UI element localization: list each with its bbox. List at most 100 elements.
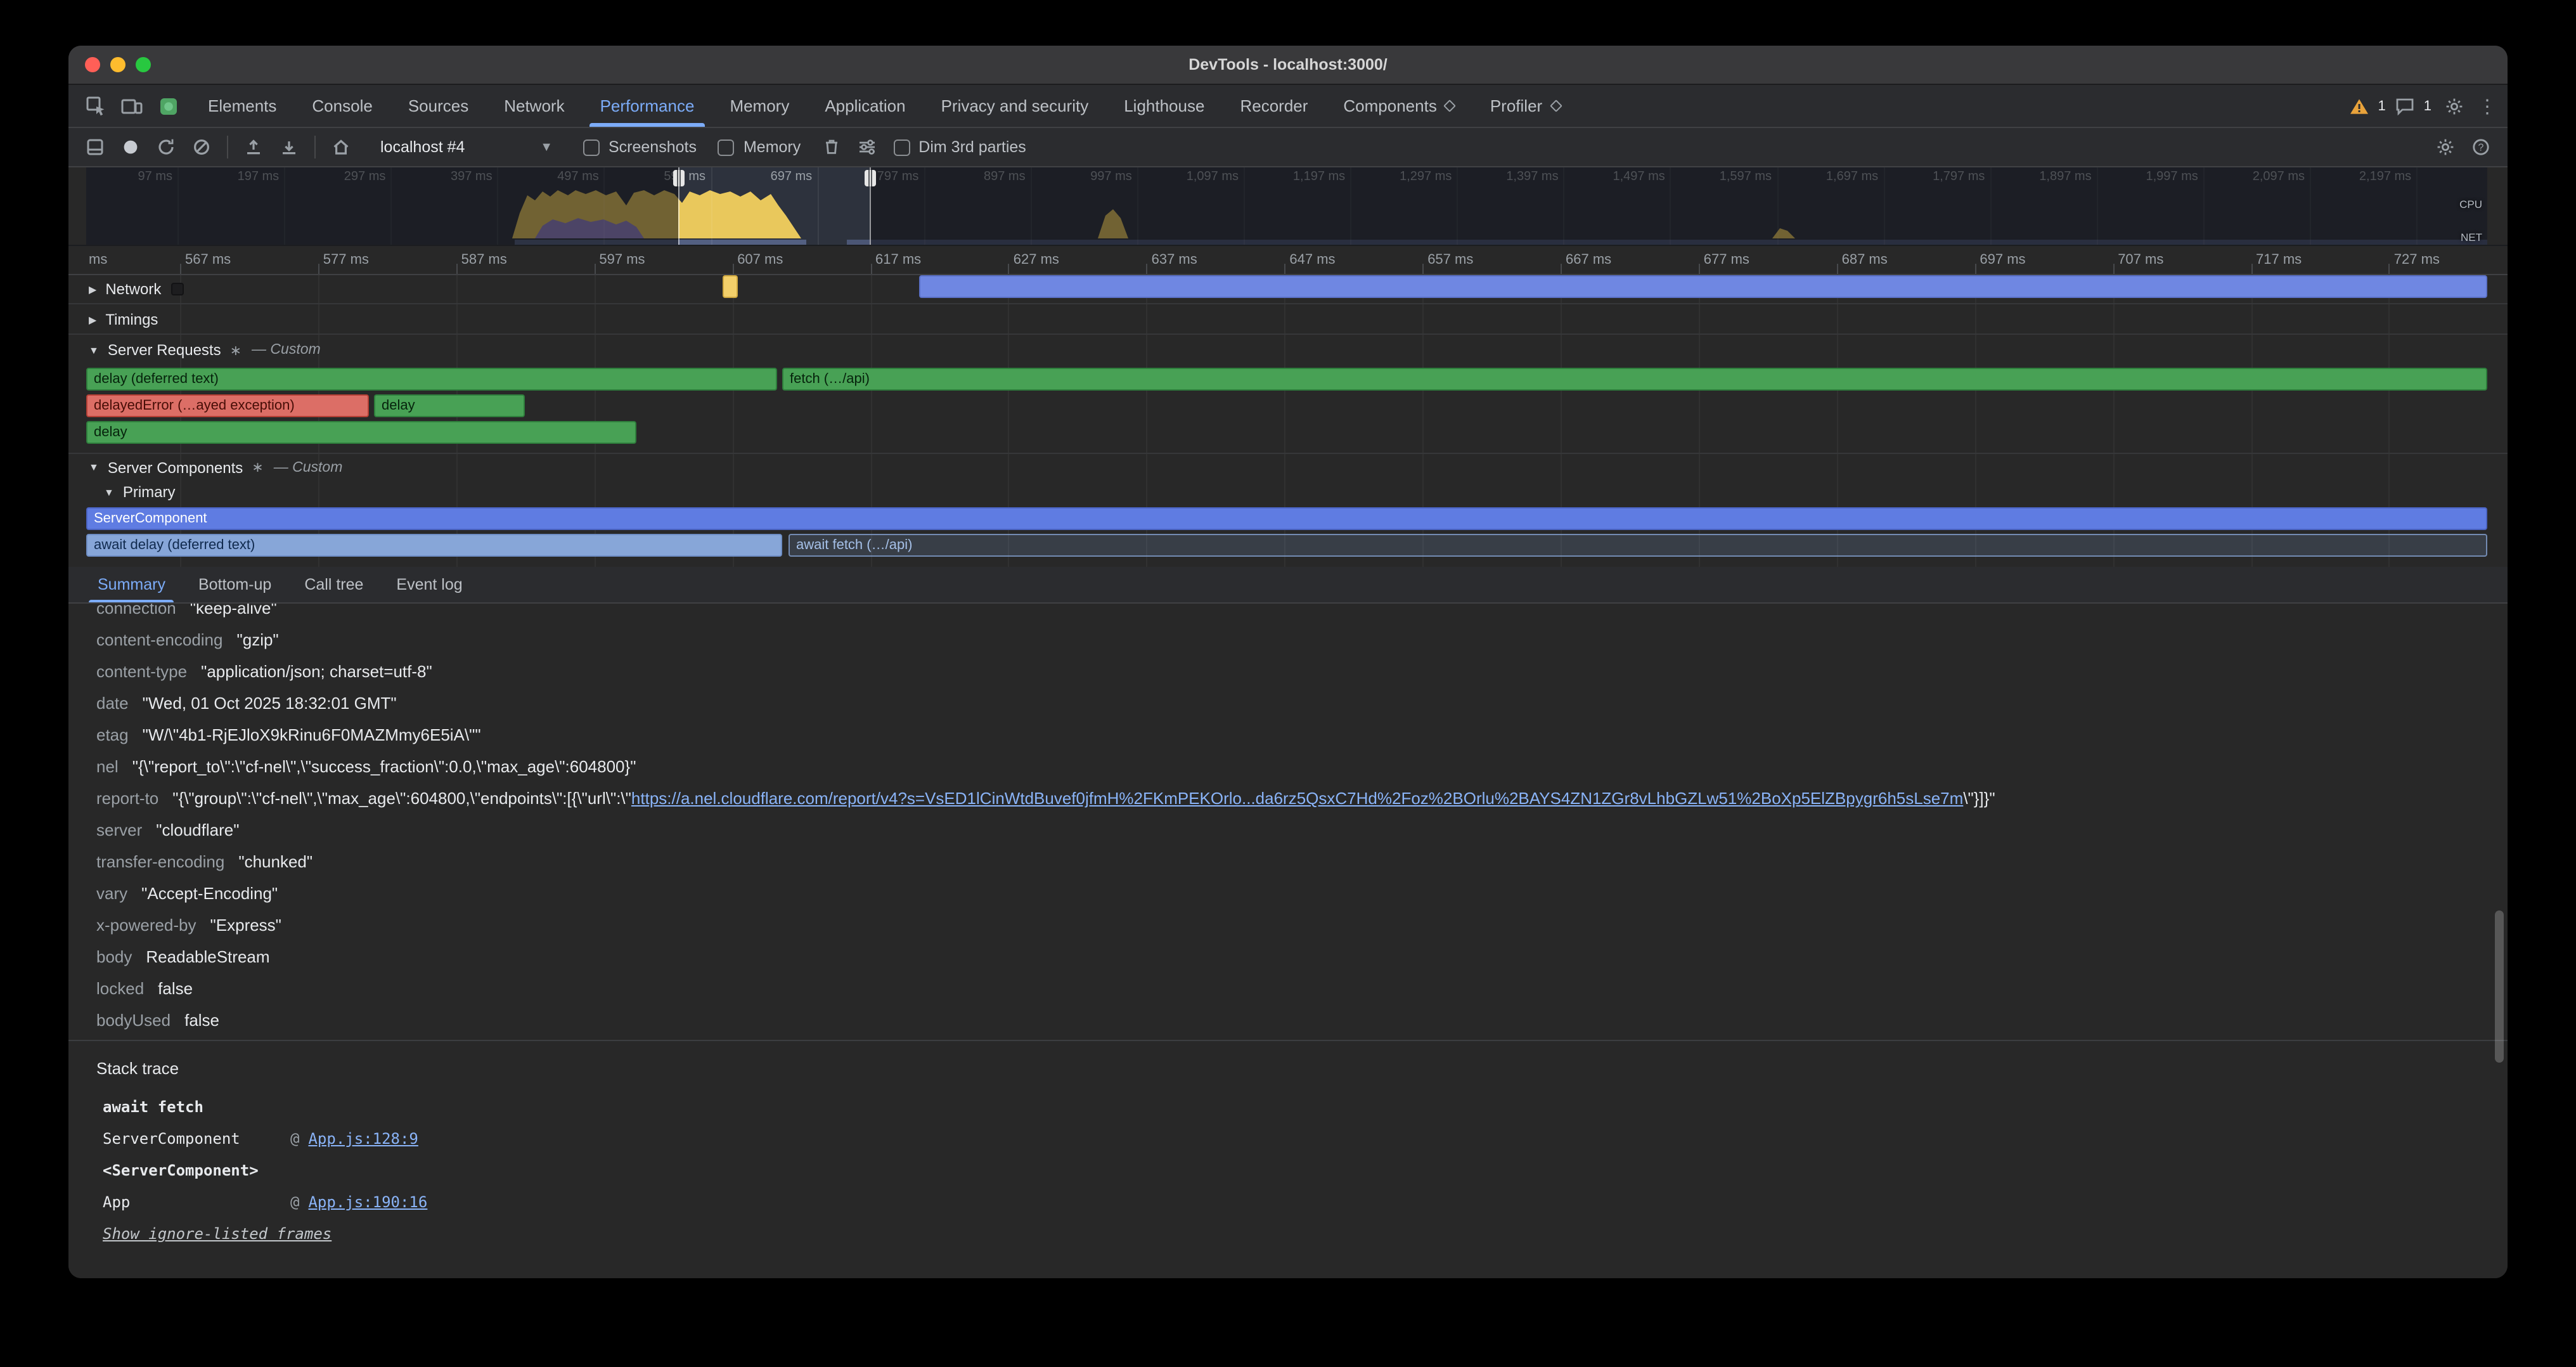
tab-call-tree[interactable]: Call tree — [288, 567, 380, 602]
track-timings[interactable]: ▶ Timings — [68, 306, 2508, 335]
load-profile-icon[interactable] — [237, 131, 270, 164]
stack-source-link[interactable]: App.js:190:16 — [308, 1187, 427, 1219]
timeline-bar-event[interactable] — [919, 275, 2487, 298]
header-value: "keep-alive" — [190, 604, 277, 618]
track-config-icon[interactable]: ∗ — [252, 459, 263, 476]
timeline-bar-await-delay-deferred-text[interactable]: await delay (deferred text) — [86, 534, 782, 557]
live-metrics-home-icon[interactable] — [325, 131, 357, 164]
screenshots-checkbox[interactable]: Screenshots — [583, 138, 697, 156]
clear-icon[interactable] — [185, 131, 218, 164]
record-and-reload-icon[interactable] — [150, 131, 183, 164]
tab-recorder[interactable]: Recorder — [1222, 85, 1325, 127]
stack-source-link[interactable]: App.js:128:9 — [308, 1124, 418, 1155]
timeline-bar-servercomponent[interactable]: ServerComponent — [86, 507, 2487, 530]
capture-settings-gear-icon[interactable] — [2429, 131, 2462, 164]
tab-components[interactable]: Components — [1325, 85, 1472, 127]
timeline-bar-fetch-api[interactable]: fetch (…/api) — [782, 368, 2487, 391]
summary-scrollbar-thumb[interactable] — [2495, 910, 2504, 1063]
settings-gear-icon-glyph — [2444, 96, 2464, 116]
header-row: bodyReadableStream — [68, 941, 2508, 973]
svg-text:?: ? — [2478, 143, 2484, 153]
show-ignore-listed-frames-link[interactable]: Show ignore-listed frames — [103, 1219, 332, 1250]
stack-trace-title: Stack trace — [68, 1053, 2508, 1084]
memory-checkbox[interactable]: Memory — [718, 138, 801, 156]
collapse-arrow-icon[interactable]: ▼ — [89, 344, 99, 356]
overview-dim-left — [86, 167, 678, 245]
header-value: false — [158, 979, 193, 998]
zoom-window-button[interactable] — [136, 57, 151, 72]
inspect-icon[interactable] — [79, 89, 112, 122]
record-icon[interactable] — [114, 131, 147, 164]
report-to-url-link[interactable]: https://a.nel.cloudflare.com/report/v4?s… — [631, 789, 1963, 808]
stack-frame-label: <ServerComponent> — [68, 1155, 2508, 1187]
chevron-down-icon: ▼ — [540, 140, 553, 154]
warning-icon[interactable] — [2347, 89, 2372, 122]
tab-memory[interactable]: Memory — [712, 85, 807, 127]
help-icon[interactable]: ? — [2464, 131, 2497, 164]
tab-label: Application — [825, 96, 905, 115]
history-select[interactable]: localhost #4 ▼ — [370, 132, 563, 162]
timeline-overview[interactable]: 97 ms197 ms297 ms397 ms497 ms597 ms697 m… — [68, 167, 2508, 246]
throttling-tune-icon[interactable] — [850, 131, 883, 164]
track-server-components[interactable]: ▼ Server Components ∗ — Custom — [68, 453, 2508, 481]
stack-frame: ServerComponent@App.js:128:9 — [68, 1124, 2508, 1155]
tab-summary[interactable]: Summary — [81, 567, 182, 602]
bar-label: delay (deferred text) — [94, 372, 219, 387]
tab-bottom-up[interactable]: Bottom-up — [182, 567, 288, 602]
tab-console[interactable]: Console — [294, 85, 390, 127]
tab-sources[interactable]: Sources — [390, 85, 486, 127]
throttling-tune-icon-glyph — [856, 137, 877, 157]
tab-event-log[interactable]: Event log — [380, 567, 479, 602]
tab-privacy-and-security[interactable]: Privacy and security — [924, 85, 1107, 127]
tab-label: Performance — [600, 96, 695, 115]
settings-gear-icon[interactable] — [2438, 89, 2471, 122]
timeline-bar-delay[interactable]: delay — [374, 394, 525, 417]
dim-3rd-parties-checkbox[interactable]: Dim 3rd parties — [893, 138, 1026, 156]
kebab-menu-icon[interactable]: ⋮ — [2477, 89, 2497, 122]
window-left-handle[interactable] — [678, 167, 679, 245]
issues-count: 1 — [2424, 98, 2431, 113]
header-key: locked — [96, 979, 144, 998]
tab-network[interactable]: Network — [486, 85, 582, 127]
timeline-bar-delay-deferred-text[interactable]: delay (deferred text) — [86, 368, 777, 391]
extension-icon[interactable] — [152, 89, 185, 122]
toggle-recording-view-icon[interactable] — [79, 131, 112, 164]
ruler-tick — [1422, 264, 1424, 274]
track-network[interactable]: ▶ Network — [68, 275, 2508, 304]
save-profile-icon[interactable] — [273, 131, 306, 164]
panel-tabs: Elements Console SourcesNetwork Performance… — [190, 85, 1578, 127]
tab-elements[interactable]: Elements — [190, 85, 294, 127]
header-key: nel — [96, 757, 119, 776]
timeline-bar-delayederror-ayed-exception[interactable]: delayedError (…ayed exception) — [86, 394, 369, 417]
header-value-suffix: \"}]}" — [1963, 789, 1995, 808]
track-config-icon[interactable]: ∗ — [230, 342, 242, 358]
collapse-arrow-icon[interactable]: ▼ — [89, 462, 99, 473]
timeline-bar-delay[interactable]: delay — [86, 421, 636, 444]
collect-garbage-icon[interactable] — [815, 131, 847, 164]
headers-list: connection"keep-alive"content-encoding"g… — [68, 604, 2508, 1036]
minimize-window-button[interactable] — [110, 57, 126, 72]
track-server-requests[interactable]: ▼ Server Requests ∗ — Custom — [68, 336, 2508, 364]
issues-bubble-icon[interactable] — [2392, 89, 2418, 122]
collapse-arrow-icon[interactable]: ▼ — [104, 486, 114, 498]
tab-label: Console — [312, 96, 372, 115]
header-row: bodyUsedfalse — [68, 1004, 2508, 1036]
timeline-bar-await-fetch-api[interactable]: await fetch (…/api) — [789, 534, 2487, 557]
header-value-prefix: "{\"group\":\"cf-nel\",\"max_age\":60480… — [172, 789, 631, 808]
header-value: "{\"group\":\"cf-nel\",\"max_age\":60480… — [172, 789, 1995, 808]
tab-application[interactable]: Application — [807, 85, 923, 127]
ruler-tick — [1008, 264, 1010, 274]
tab-profiler[interactable]: Profiler — [1472, 85, 1578, 127]
ruler-tick-label: 717 ms — [2256, 252, 2302, 268]
track-label: Server Components — [108, 458, 243, 476]
close-window-button[interactable] — [85, 57, 100, 72]
section-divider — [68, 1040, 2508, 1041]
window-right-handle[interactable] — [870, 167, 871, 245]
ruler-tick — [2251, 264, 2252, 274]
device-toolbar-icon[interactable] — [115, 89, 148, 122]
tab-performance[interactable]: Performance — [583, 85, 712, 127]
tab-lighthouse[interactable]: Lighthouse — [1106, 85, 1222, 127]
track-primary[interactable]: ▼ Primary — [68, 481, 2508, 503]
timeline-bar-event[interactable] — [723, 275, 738, 298]
expand-arrow-icon[interactable]: ▶ — [89, 314, 96, 325]
